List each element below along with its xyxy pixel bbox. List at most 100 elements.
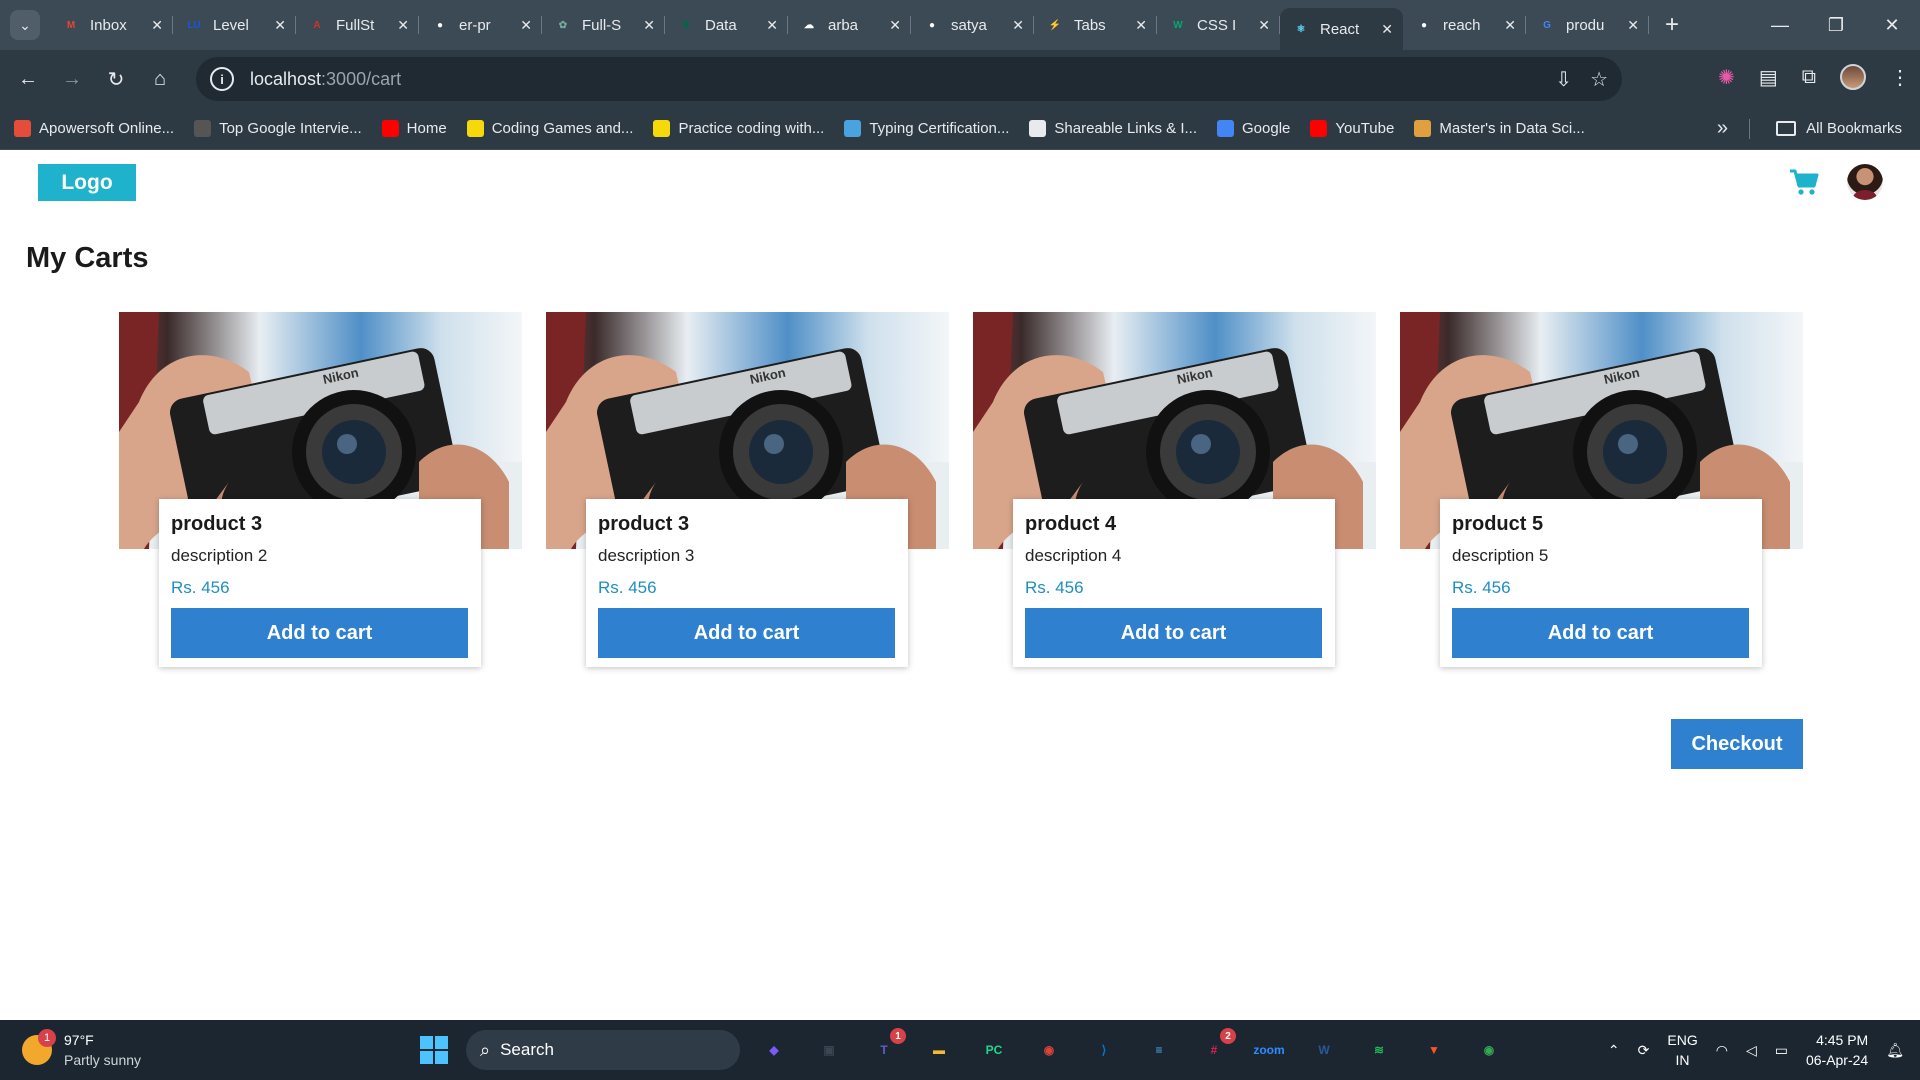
url-path: :3000/cart [321,68,402,89]
tab[interactable]: M Inbox ✕ [50,0,173,50]
language-indicator[interactable]: ENG IN [1667,1030,1697,1070]
restore-icon[interactable]: ❐ [1808,15,1864,36]
extensions-puzzle-icon[interactable]: ⧉ [1802,66,1816,89]
pycharm-icon[interactable]: PC [976,1032,1012,1068]
install-app-icon[interactable]: ⇩ [1555,67,1572,92]
volume-icon[interactable]: ◁ [1746,1040,1757,1060]
close-icon[interactable]: ✕ [766,17,778,34]
tab[interactable]: ❦ Data ✕ [665,0,788,50]
close-icon[interactable]: ✕ [520,17,532,34]
close-icon[interactable]: ✕ [274,17,286,34]
add-to-cart-button[interactable]: Add to cart [1025,608,1322,658]
show-hidden-icons[interactable]: ⌃ [1608,1040,1620,1060]
color-extension-icon[interactable]: ✺ [1718,65,1735,90]
close-icon[interactable]: ✕ [1258,17,1270,34]
word-icon[interactable]: W [1306,1032,1342,1068]
product-price: Rs. 456 [1452,578,1511,597]
notification-bell-icon[interactable]: 🔔︎ [1886,1040,1904,1060]
copilot-icon[interactable]: ◆ [756,1032,792,1068]
clock[interactable]: 4:45 PM 06-Apr-24 [1806,1030,1868,1070]
cart-icon[interactable] [1789,168,1819,196]
notepad-icon[interactable]: ≡ [1141,1032,1177,1068]
tab[interactable]: ● reach ✕ [1403,0,1526,50]
tab-title: CSS I [1197,16,1237,34]
add-to-cart-button[interactable]: Add to cart [171,608,468,658]
reload-icon[interactable]: ↻ [94,67,138,92]
new-tab-button[interactable]: + [1665,11,1679,39]
close-icon[interactable]: ✕ [1012,17,1024,34]
zoom-icon[interactable]: zoom [1251,1032,1287,1068]
bookmark-item[interactable]: Typing Certification... [844,120,1009,137]
bookmark-star-icon[interactable]: ☆ [1590,67,1608,92]
windows-start-icon[interactable] [420,1036,448,1064]
tab[interactable]: LU Level ✕ [173,0,296,50]
add-to-cart-button[interactable]: Add to cart [598,608,895,658]
brave-icon[interactable]: ▼ [1416,1032,1452,1068]
tab-search-button[interactable]: ⌄ [10,10,40,40]
product-description: description 3 [598,546,695,565]
add-to-cart-button[interactable]: Add to cart [1452,608,1749,658]
close-icon[interactable]: ✕ [643,17,655,34]
site-info-icon[interactable]: i [210,67,234,91]
tab[interactable]: ● er-pr ✕ [419,0,542,50]
tab[interactable]: ● satya ✕ [911,0,1034,50]
product-card: Nikon product 4 description 4 Rs. 456 Add t… [973,312,1376,667]
file-explorer-icon[interactable]: ▬ [921,1032,957,1068]
tab[interactable]: A FullSt ✕ [296,0,419,50]
weather-widget[interactable]: 1 97°F Partly sunny [22,1029,141,1070]
tab[interactable]: ⚛ React ✕ [1280,8,1403,50]
close-icon[interactable]: ✕ [1504,17,1516,34]
checkout-button[interactable]: Checkout [1671,719,1803,769]
tab[interactable]: ✿ Full-S ✕ [542,0,665,50]
taskbar-search[interactable]: ⌕ Search [466,1030,740,1070]
minimize-icon[interactable]: — [1752,15,1808,36]
address-bar[interactable]: i localhost:3000/cart ⇩ ☆ [196,57,1622,101]
url-text[interactable]: localhost:3000/cart [250,69,401,90]
sync-icon[interactable]: ⟳ [1638,1040,1650,1060]
wifi-icon[interactable]: ◠ [1716,1040,1728,1060]
teams-icon[interactable]: T1 [866,1028,906,1068]
bookmark-item[interactable]: Practice coding with... [653,120,824,137]
home-icon[interactable]: ⌂ [138,68,182,91]
bookmark-item[interactable]: Apowersoft Online... [14,120,174,137]
bookmark-item[interactable]: Shareable Links & I... [1029,120,1197,137]
slack-icon[interactable]: #2 [1196,1028,1236,1068]
close-icon[interactable]: ✕ [1135,17,1147,34]
spotify-icon[interactable]: ≋ [1361,1032,1397,1068]
chrome-profile-icon[interactable]: ◉ [1471,1032,1507,1068]
close-icon[interactable]: ✕ [397,17,409,34]
bookmark-item[interactable]: Coding Games and... [466,120,634,137]
profile-avatar-icon[interactable] [1840,64,1866,90]
react-icon: ⚛ [1296,23,1306,35]
task-view-icon[interactable]: ▣ [811,1032,847,1068]
forward-icon[interactable]: → [50,68,94,91]
bookmark-item[interactable]: Master's in Data Sci... [1414,120,1585,137]
bookmark-item[interactable]: Top Google Intervie... [194,120,362,137]
bookmark-label: Coding Games and... [491,120,634,137]
all-bookmarks-button[interactable]: All Bookmarks [1776,120,1902,137]
reader-extension-icon[interactable]: ▤ [1759,65,1778,90]
more-bookmarks-icon[interactable]: » [1717,117,1728,140]
close-window-icon[interactable]: ✕ [1864,15,1920,36]
product-info: product 4 description 4 Rs. 456 Add to cart [1013,499,1335,667]
tab[interactable]: ☁ arba ✕ [788,0,911,50]
bookmark-item[interactable]: Google [1217,120,1290,137]
back-icon[interactable]: ← [6,68,50,91]
folder-icon [1776,121,1797,136]
close-icon[interactable]: ✕ [151,17,163,34]
kebab-menu-icon[interactable]: ⋮ [1890,65,1910,90]
tab[interactable]: ⚡ Tabs ✕ [1034,0,1157,50]
user-avatar[interactable] [1847,164,1883,200]
bookmark-item[interactable]: Home [381,120,447,137]
logo[interactable]: Logo [38,164,136,201]
close-icon[interactable]: ✕ [889,17,901,34]
bookmark-item[interactable]: YouTube [1310,120,1394,137]
vscode-icon[interactable]: ⟩ [1086,1032,1122,1068]
battery-icon[interactable]: ▭ [1775,1040,1788,1060]
chrome-icon[interactable]: ◉ [1031,1032,1067,1068]
tab-title: er-pr [459,16,491,34]
tab[interactable]: W CSS I ✕ [1157,0,1280,50]
tab[interactable]: Gprodu ✕ [1526,0,1649,50]
close-icon[interactable]: ✕ [1381,21,1393,38]
close-icon[interactable]: ✕ [1627,17,1639,34]
